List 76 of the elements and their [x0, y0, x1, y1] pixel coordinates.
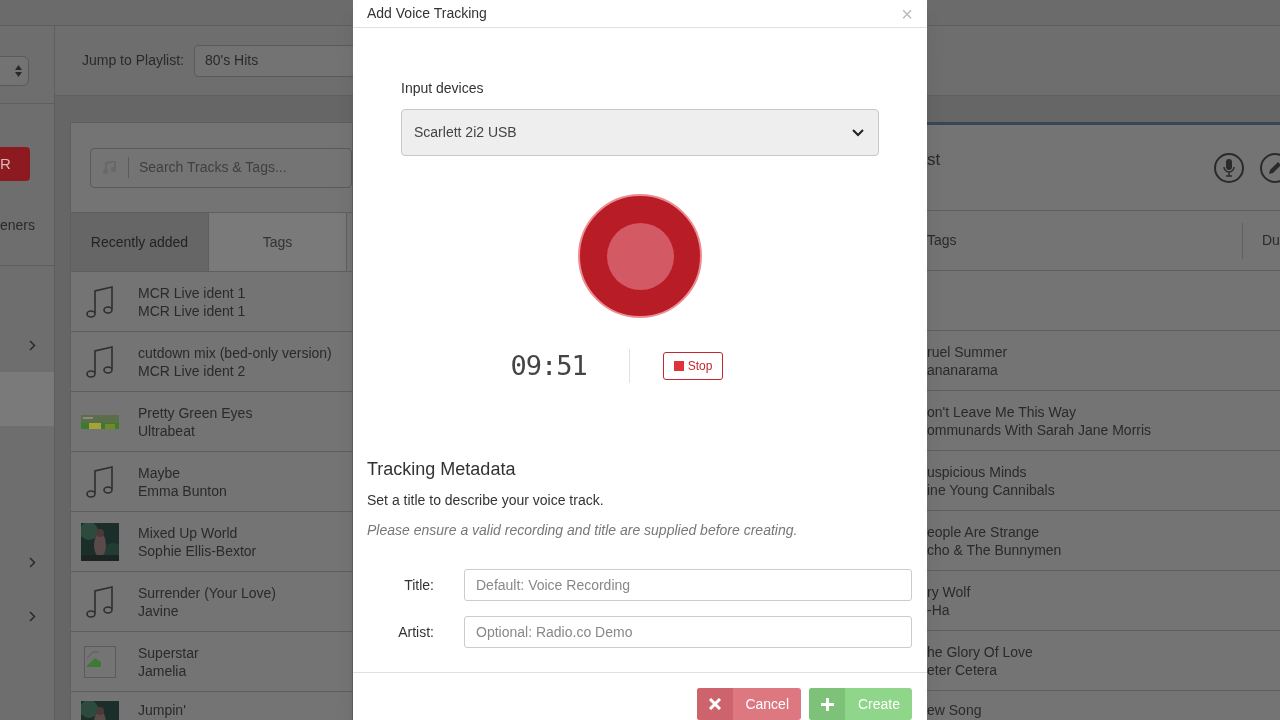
track-row[interactable]: Maybe Emma Bunton — [71, 452, 352, 512]
track-title: eople Are Strange — [927, 522, 1041, 541]
close-icon — [709, 698, 722, 710]
track-row[interactable]: cutdown mix (bed-only version) MCR Live ident 2 — [71, 332, 352, 392]
microphone-button[interactable] — [1214, 152, 1244, 183]
track-title: ew Song — [927, 701, 983, 719]
track-title: ry Wolf — [927, 582, 972, 601]
close-button[interactable]: × — [901, 3, 913, 24]
chevron-down-icon — [852, 128, 864, 137]
track-row[interactable]: Pretty Green Eyes Ultrabeat — [71, 392, 352, 452]
track-title: Jumpin' — [138, 701, 186, 719]
track-artist: Sophie Ellis-Bextor — [138, 541, 257, 560]
jump-label: Jump to Playlist: — [82, 51, 184, 70]
description-text: Set a title to describe your voice track. — [367, 491, 605, 510]
track-title: Pretty Green Eyes — [138, 403, 253, 422]
chevron-right-icon — [29, 556, 36, 568]
sidebar-select[interactable] — [0, 56, 29, 86]
track-artist: MCR Live ident 2 — [138, 361, 247, 380]
updown-arrows-icon — [15, 65, 22, 77]
recording-timer: 09:51 — [509, 348, 588, 383]
music-note-icon — [86, 284, 114, 319]
track-title: Mixed Up World — [138, 523, 239, 542]
create-button[interactable]: Create — [809, 688, 912, 720]
hint-text: Please ensure a valid recording and title are supplied before creating. — [367, 521, 799, 540]
track-title: uspicious Minds — [927, 462, 1028, 481]
music-note-icon — [86, 464, 114, 499]
track-title: MCR Live ident 1 — [138, 283, 246, 302]
listeners-label: eners — [0, 216, 37, 235]
playlist-title: st — [927, 149, 941, 171]
track-title: Maybe — [138, 463, 182, 482]
track-title: on't Leave Me This Way — [927, 402, 1077, 421]
microphone-icon — [1223, 158, 1235, 177]
broken-image-icon — [84, 645, 116, 678]
chevron-right-icon — [29, 339, 36, 351]
chevron-right-icon — [29, 610, 36, 622]
tab[interactable]: Tags — [209, 213, 347, 271]
track-title: Superstar — [138, 643, 199, 662]
track-title: ruel Summer — [927, 342, 1009, 361]
dialog-title: Add Voice Tracking — [367, 4, 487, 23]
plus-icon — [820, 697, 834, 711]
tab[interactable]: Recently added — [71, 213, 209, 271]
cancel-button[interactable]: Cancel — [697, 688, 801, 720]
track-title: Surrender (Your Love) — [138, 583, 276, 602]
track-row[interactable]: Surrender (Your Love) Javine — [71, 572, 352, 632]
field-label: Title: — [403, 575, 434, 595]
text-input[interactable]: Optional: Radio.co Demo — [464, 616, 912, 648]
field-label: Input devices — [401, 79, 485, 98]
music-note-icon — [86, 344, 114, 379]
stop-button[interactable]: Stop — [662, 352, 724, 380]
track-artist: eter Cetera — [927, 660, 999, 679]
track-row[interactable]: MCR Live ident 1 MCR Live ident 1 — [71, 272, 352, 332]
track-row[interactable]: Mixed Up World Sophie Ellis-Bextor — [71, 512, 352, 572]
track-artist: ine Young Cannibals — [927, 480, 1056, 499]
track-title: cutdown mix (bed-only version) — [138, 343, 332, 362]
track-row[interactable]: Superstar Jamelia — [71, 632, 352, 692]
track-artist: Emma Bunton — [138, 481, 227, 500]
field-label: Artist: — [397, 622, 434, 642]
text-input[interactable]: Default: Voice Recording — [464, 569, 912, 601]
track-artist: Javine — [138, 601, 180, 620]
section-heading: Tracking Metadata — [367, 458, 517, 481]
track-artist: ananarama — [927, 360, 999, 379]
track-title: he Glory Of Love — [927, 642, 1034, 661]
track-artist: Jamelia — [138, 661, 188, 680]
music-note-icon — [86, 584, 114, 619]
track-artist: cho & The Bunnymen — [927, 540, 1063, 559]
track-artist: ommunards With Sarah Jane Morris — [927, 420, 1153, 439]
track-artist: MCR Live ident 1 — [138, 301, 246, 320]
column-header: Tags — [927, 231, 958, 250]
track-artist: -Ha — [927, 600, 951, 619]
column-header: Du — [1242, 222, 1280, 259]
record-button[interactable]: R — [0, 147, 30, 181]
device-select[interactable]: Scarlett 2i2 USB — [401, 109, 879, 156]
track-row[interactable]: Jumpin' — [71, 692, 352, 720]
track-artist: Ultrabeat — [138, 421, 196, 440]
stop-icon — [673, 361, 684, 371]
pencil-icon — [1268, 160, 1280, 175]
